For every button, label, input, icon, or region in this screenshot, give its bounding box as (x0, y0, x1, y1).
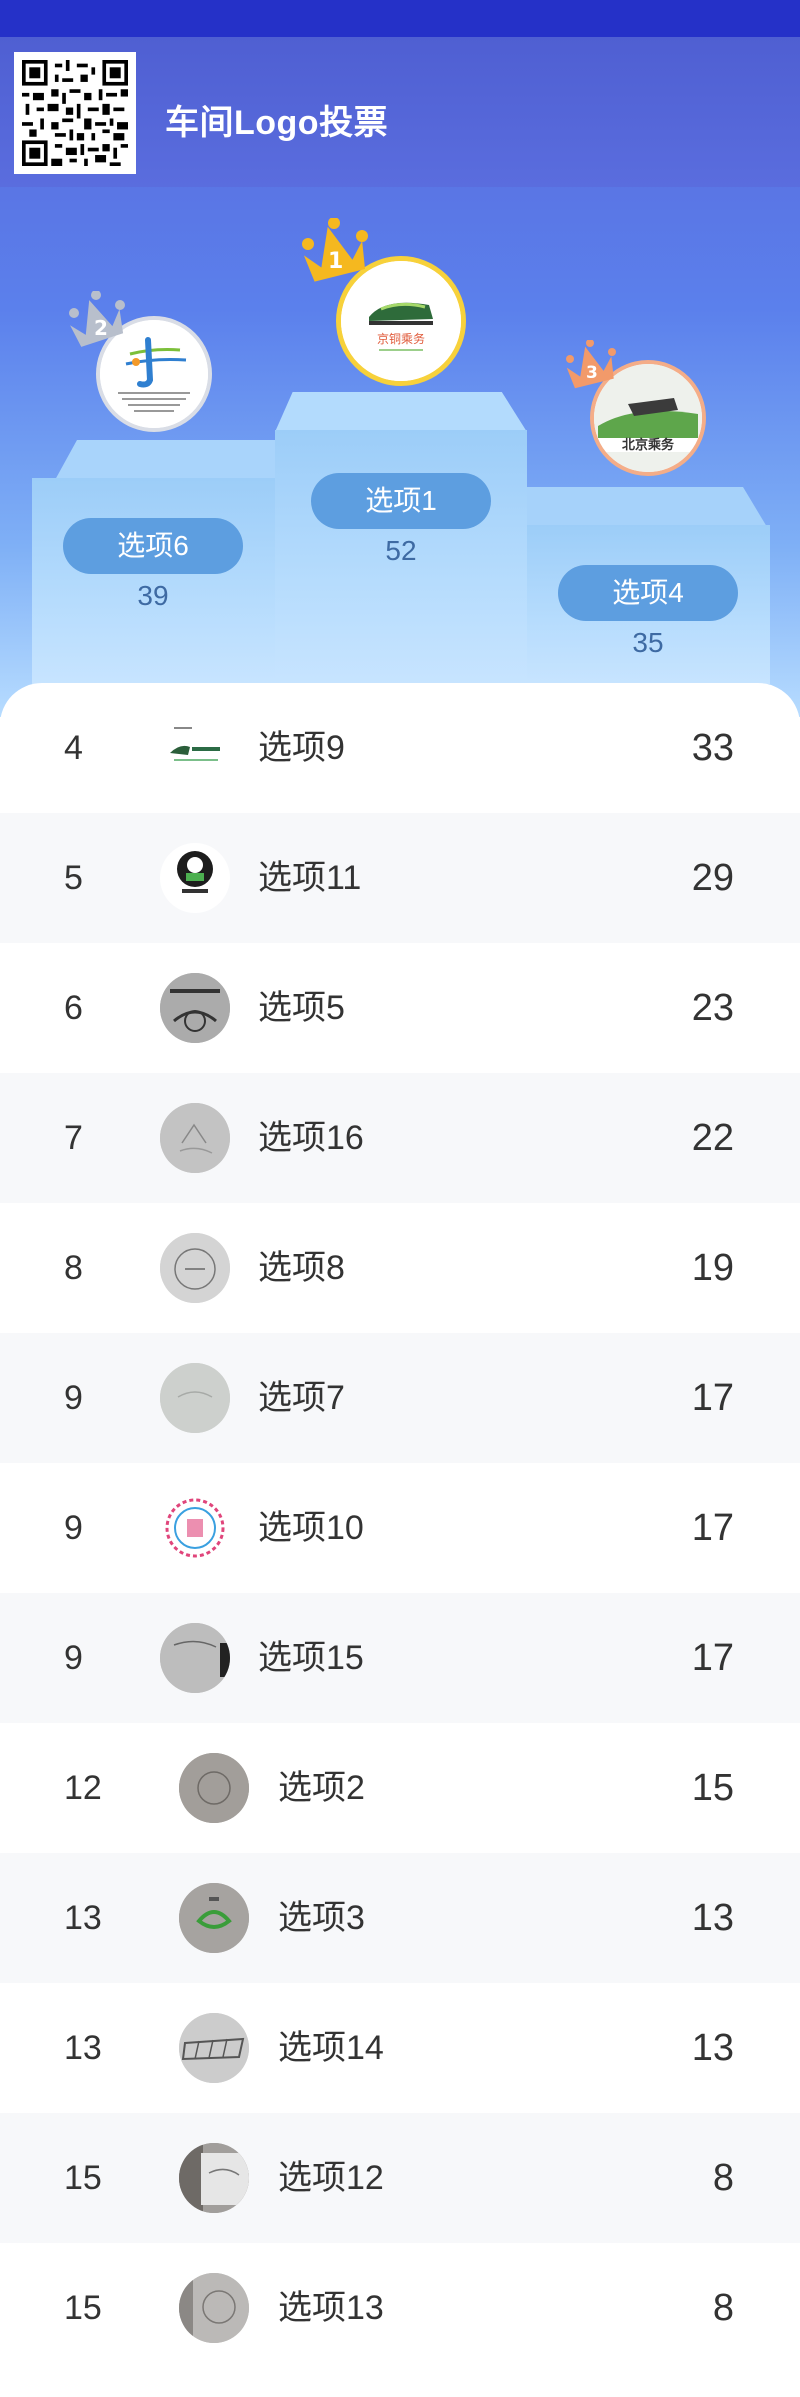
svg-text:2: 2 (94, 316, 108, 340)
list-item[interactable]: 6 选项5 23 (0, 943, 800, 1073)
rank-number: 13 (64, 1899, 102, 1937)
vote-count: 13 (691, 2027, 734, 2069)
podium-second-votes: 39 (137, 580, 169, 611)
rank-number: 15 (64, 2159, 102, 2197)
option-thumbnail (160, 1233, 230, 1303)
option-name: 选项10 (258, 1509, 364, 1547)
rank-number: 4 (64, 729, 83, 767)
first-logo-text: 京铜乘务 (377, 331, 425, 346)
crown-icon-third: 3 (562, 339, 618, 395)
option-thumbnail (179, 1883, 249, 1953)
crown-icon-first: 1 (298, 217, 370, 287)
option-thumbnail (160, 973, 230, 1043)
rank-number: 7 (64, 1119, 83, 1157)
list-item[interactable]: 9 选项7 17 (0, 1333, 800, 1463)
rank-number: 9 (64, 1639, 83, 1677)
vote-count: 17 (691, 1377, 734, 1419)
svg-text:3: 3 (586, 363, 598, 383)
vote-count: 33 (691, 727, 734, 769)
rank-number: 9 (64, 1379, 83, 1417)
option-thumbnail (179, 1753, 249, 1823)
list-item[interactable]: 9 选项15 17 (0, 1593, 800, 1723)
rank-number: 12 (64, 1769, 102, 1807)
vote-count: 29 (691, 857, 734, 899)
podium-second-name[interactable]: 选项6 (63, 518, 243, 574)
option-thumbnail (179, 2143, 249, 2213)
option-thumbnail (179, 2013, 249, 2083)
list-item[interactable]: 13 选项3 13 (0, 1853, 800, 1983)
option-name: 选项2 (278, 1769, 365, 1807)
crown-icon-second: 2 (64, 290, 128, 352)
option-name: 选项16 (258, 1119, 364, 1157)
option-name: 选项14 (278, 2029, 384, 2067)
list-item[interactable]: 4 选项9 33 (0, 683, 800, 813)
list-item[interactable]: 9 选项10 17 (0, 1463, 800, 1593)
rank-number: 6 (64, 989, 83, 1027)
list-item[interactable]: 13 选项14 13 (0, 1983, 800, 2113)
option-name: 选项9 (258, 729, 345, 767)
option-name: 选项13 (278, 2289, 384, 2327)
option-thumbnail (160, 1103, 230, 1173)
vote-count: 19 (691, 1247, 734, 1289)
option-thumbnail (160, 1363, 230, 1433)
option-thumbnail (160, 713, 230, 783)
vote-count: 8 (712, 2287, 734, 2329)
list-item[interactable]: 5 选项11 29 (0, 813, 800, 943)
list-item[interactable]: 7 选项16 22 (0, 1073, 800, 1203)
list-item[interactable]: 15 选项13 8 (0, 2243, 800, 2373)
option-name: 选项5 (258, 989, 345, 1027)
ranking-list: 4 选项9 33 5 选项11 29 6 选项5 23 7 选项16 22 8 (0, 683, 800, 2397)
vote-count: 17 (691, 1507, 734, 1549)
option-name: 选项12 (278, 2159, 384, 2197)
list-item[interactable]: 8 选项8 19 (0, 1203, 800, 1333)
option-name: 选项11 (258, 859, 362, 897)
vote-count: 17 (691, 1637, 734, 1679)
vote-count: 22 (691, 1117, 734, 1159)
option-thumbnail (160, 1493, 230, 1563)
rank-number: 8 (64, 1249, 83, 1287)
top-bar (0, 0, 800, 37)
option-name: 选项15 (258, 1639, 364, 1677)
qr-code-image (14, 52, 136, 174)
podium-first-votes: 52 (385, 535, 417, 566)
rank-number: 13 (64, 2029, 102, 2067)
option-thumbnail (160, 843, 230, 913)
third-logo-text: 北京乘务 (622, 437, 675, 453)
vote-count: 8 (712, 2157, 734, 2199)
vote-count: 13 (691, 1897, 734, 1939)
svg-text:1: 1 (328, 249, 343, 274)
page-title: 车间Logo投票 (165, 104, 389, 142)
option-name: 选项7 (258, 1379, 345, 1417)
option-thumbnail (179, 2273, 249, 2343)
rank-number: 9 (64, 1509, 83, 1547)
list-item[interactable]: 12 选项2 15 (0, 1723, 800, 1853)
vote-count: 23 (691, 987, 734, 1029)
option-name: 选项8 (258, 1249, 345, 1287)
vote-count: 15 (691, 1767, 734, 1809)
option-name: 选项3 (278, 1899, 365, 1937)
rank-number: 5 (64, 859, 83, 897)
podium-first-name[interactable]: 选项1 (311, 473, 491, 529)
podium-third-votes: 35 (632, 627, 664, 658)
rank-number: 15 (64, 2289, 102, 2327)
option-thumbnail (160, 1623, 230, 1693)
podium-third-name[interactable]: 选项4 (558, 565, 738, 621)
list-item[interactable]: 15 选项12 8 (0, 2113, 800, 2243)
